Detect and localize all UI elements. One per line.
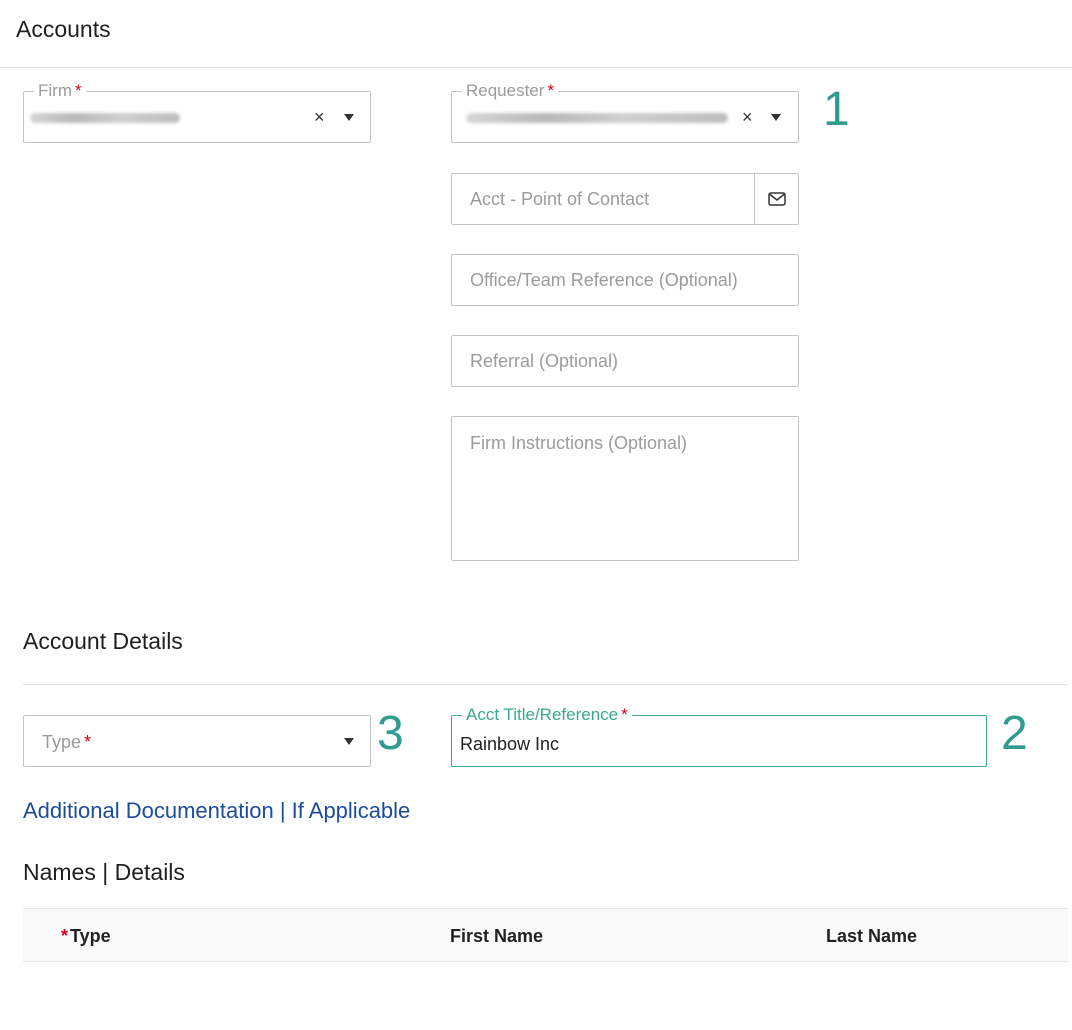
acct-title-input[interactable]: Acct Title/Reference * Rainbow Inc bbox=[451, 705, 987, 767]
referral-placeholder: Referral (Optional) bbox=[470, 351, 619, 371]
page-title: Accounts bbox=[16, 16, 111, 42]
requester-clear-icon[interactable]: × bbox=[742, 107, 753, 127]
annotation-number-1: 1 bbox=[823, 83, 850, 136]
column-header-last-name[interactable]: Last Name bbox=[826, 926, 917, 947]
header-divider bbox=[0, 67, 1072, 68]
column-header-type[interactable]: * Type bbox=[61, 926, 111, 947]
firm-value-redacted bbox=[30, 113, 180, 123]
firm-instructions-textarea[interactable]: Firm Instructions (Optional) bbox=[451, 416, 799, 561]
account-type-select[interactable]: Type * bbox=[23, 715, 371, 767]
names-details-title: Names | Details bbox=[23, 859, 185, 885]
additional-documentation-link[interactable]: Additional Documentation | If Applicable bbox=[23, 798, 410, 824]
envelope-icon bbox=[768, 192, 786, 206]
annotation-number-2: 2 bbox=[1001, 707, 1028, 760]
requester-chevron-down-icon[interactable] bbox=[771, 114, 781, 121]
firm-clear-icon[interactable]: × bbox=[314, 107, 325, 127]
firm-select[interactable]: Firm * × bbox=[23, 81, 371, 143]
account-type-placeholder: Type * bbox=[42, 732, 92, 752]
account-type-chevron-down-icon[interactable] bbox=[344, 738, 354, 745]
names-table-header: * Type First Name Last Name bbox=[23, 908, 1068, 962]
requester-value-redacted bbox=[466, 113, 728, 123]
requester-select[interactable]: Requester * × bbox=[451, 81, 799, 143]
account-details-divider bbox=[23, 684, 1068, 685]
column-header-first-name[interactable]: First Name bbox=[450, 926, 543, 947]
contact-placeholder: Acct - Point of Contact bbox=[470, 189, 650, 209]
firm-label: Firm * bbox=[34, 81, 86, 101]
annotation-number-3: 3 bbox=[377, 707, 404, 760]
firm-chevron-down-icon[interactable] bbox=[344, 114, 354, 121]
office-reference-input[interactable]: Office/Team Reference (Optional) bbox=[451, 254, 799, 306]
referral-input[interactable]: Referral (Optional) bbox=[451, 335, 799, 387]
firm-instructions-placeholder: Firm Instructions (Optional) bbox=[470, 433, 688, 453]
contact-email-button[interactable] bbox=[754, 174, 799, 224]
acct-title-value: Rainbow Inc bbox=[460, 734, 560, 754]
account-details-title: Account Details bbox=[23, 628, 183, 654]
contact-input[interactable]: Acct - Point of Contact bbox=[451, 173, 799, 225]
office-reference-placeholder: Office/Team Reference (Optional) bbox=[470, 270, 738, 290]
acct-title-label: Acct Title/Reference * bbox=[462, 705, 632, 725]
requester-label: Requester * bbox=[462, 81, 559, 101]
